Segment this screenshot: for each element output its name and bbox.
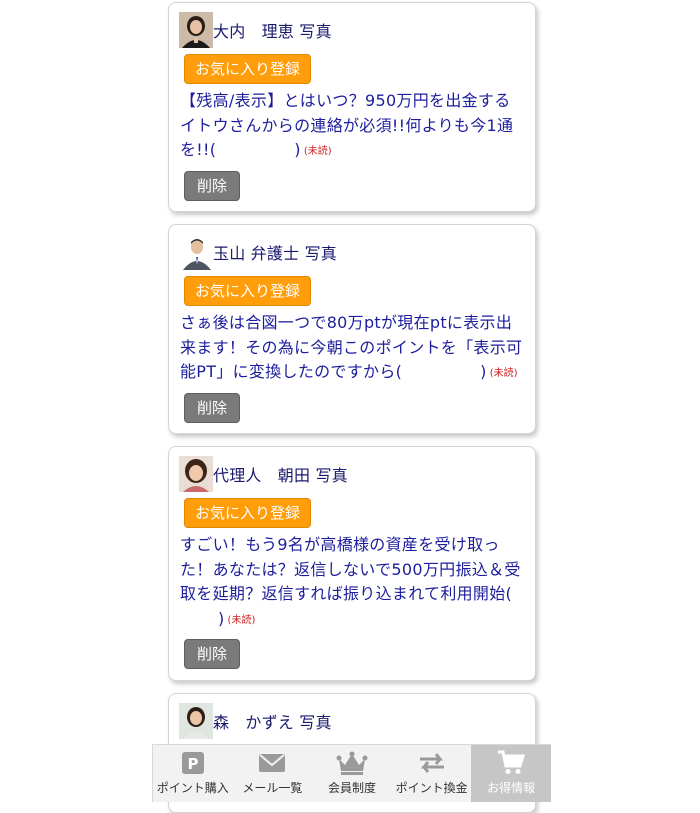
tab-point-purchase[interactable]: P ポイント購入 <box>153 745 233 802</box>
crown-icon <box>336 750 368 776</box>
message-card: 大内 理恵 写真 お気に入り登録 【残高/表示】とはいつ？950万円を出金するイ… <box>168 2 536 212</box>
tab-label: ポイント換金 <box>395 781 468 795</box>
open-paren: ( <box>395 362 403 381</box>
add-favorite-button[interactable]: お気に入り登録 <box>184 498 312 528</box>
tab-label: 会員制度 <box>327 781 376 795</box>
unread-badge: (未読) <box>489 368 518 379</box>
sender-row[interactable]: 森 かずえ 写真 <box>179 703 525 739</box>
tab-label: ポイント購入 <box>156 781 229 795</box>
delete-button[interactable]: 削除 <box>184 170 241 201</box>
sender-row[interactable]: 代理人 朝田 写真 <box>179 456 525 492</box>
close-paren: ) <box>480 362 487 381</box>
sender-name[interactable]: 玉山 弁護士 写真 <box>213 240 337 264</box>
sender-name[interactable]: 大内 理恵 写真 <box>213 18 332 42</box>
blank-space <box>402 376 480 377</box>
close-paren: ) <box>294 140 301 159</box>
envelope-icon <box>258 750 286 776</box>
open-paren: ( <box>505 584 513 603</box>
woman-photo-avatar-icon[interactable] <box>179 456 213 492</box>
message-preview[interactable]: さぁ後は合図一つで80万ptが現在ptに表示出来ます！その為に今朝このポイントを… <box>179 311 525 387</box>
message-preview[interactable]: 【残高/表示】とはいつ？950万円を出金するイトウさんからの連絡が必須!!何より… <box>179 89 525 165</box>
open-paren: ( <box>209 140 217 159</box>
message-text: すごい！もう9名が高橋様の資産を受け取った！あなたは？返信しないで500万円振込… <box>180 535 521 603</box>
woman-photo-avatar-icon[interactable] <box>179 703 213 739</box>
man-suit-photo-avatar-icon[interactable] <box>179 234 213 270</box>
message-text: さぁ後は合図一つで80万ptが現在ptに表示出来ます！その為に今朝このポイントを… <box>180 313 523 381</box>
add-favorite-button[interactable]: お気に入り登録 <box>184 276 312 306</box>
unread-badge: (未読) <box>303 146 332 157</box>
sender-row[interactable]: 大内 理恵 写真 <box>179 12 525 48</box>
p-parking-icon: P <box>181 750 204 776</box>
blank-space <box>216 154 294 155</box>
tab-label: メール一覧 <box>242 781 303 795</box>
message-card: 代理人 朝田 写真 お気に入り登録 すごい！もう9名が高橋様の資産を受け取った！… <box>168 446 536 681</box>
sender-name[interactable]: 代理人 朝田 写真 <box>213 462 348 486</box>
tab-deals[interactable]: お得情報 <box>471 745 551 802</box>
message-preview[interactable]: すごい！もう9名が高橋様の資産を受け取った！あなたは？返信しないで500万円振込… <box>179 533 525 633</box>
tab-membership[interactable]: 会員制度 <box>312 745 392 802</box>
blank-space <box>180 623 218 624</box>
sender-name[interactable]: 森 かずえ 写真 <box>213 709 332 733</box>
unread-badge: (未読) <box>227 614 256 626</box>
woman-photo-avatar-icon[interactable] <box>179 12 213 48</box>
exchange-arrows-icon <box>418 750 446 776</box>
message-card: 玉山 弁護士 写真 お気に入り登録 さぁ後は合図一つで80万ptが現在ptに表示… <box>168 224 536 434</box>
svg-text:P: P <box>187 755 198 773</box>
bottom-tab-bar: P ポイント購入 メール一覧 会員制度 ポイント換金 お得情報 <box>152 744 551 802</box>
delete-button[interactable]: 削除 <box>184 639 241 669</box>
tab-mail-list[interactable]: メール一覧 <box>233 745 313 802</box>
add-favorite-button[interactable]: お気に入り登録 <box>184 54 312 84</box>
tab-point-exchange[interactable]: ポイント換金 <box>392 745 472 802</box>
close-paren: ) <box>218 608 225 628</box>
tab-label: お得情報 <box>487 781 536 795</box>
cart-icon <box>497 750 526 776</box>
message-text: 【残高/表示】とはいつ？950万円を出金するイトウさんからの連絡が必須!!何より… <box>180 91 514 159</box>
delete-button[interactable]: 削除 <box>184 392 241 423</box>
sender-row[interactable]: 玉山 弁護士 写真 <box>179 234 525 270</box>
